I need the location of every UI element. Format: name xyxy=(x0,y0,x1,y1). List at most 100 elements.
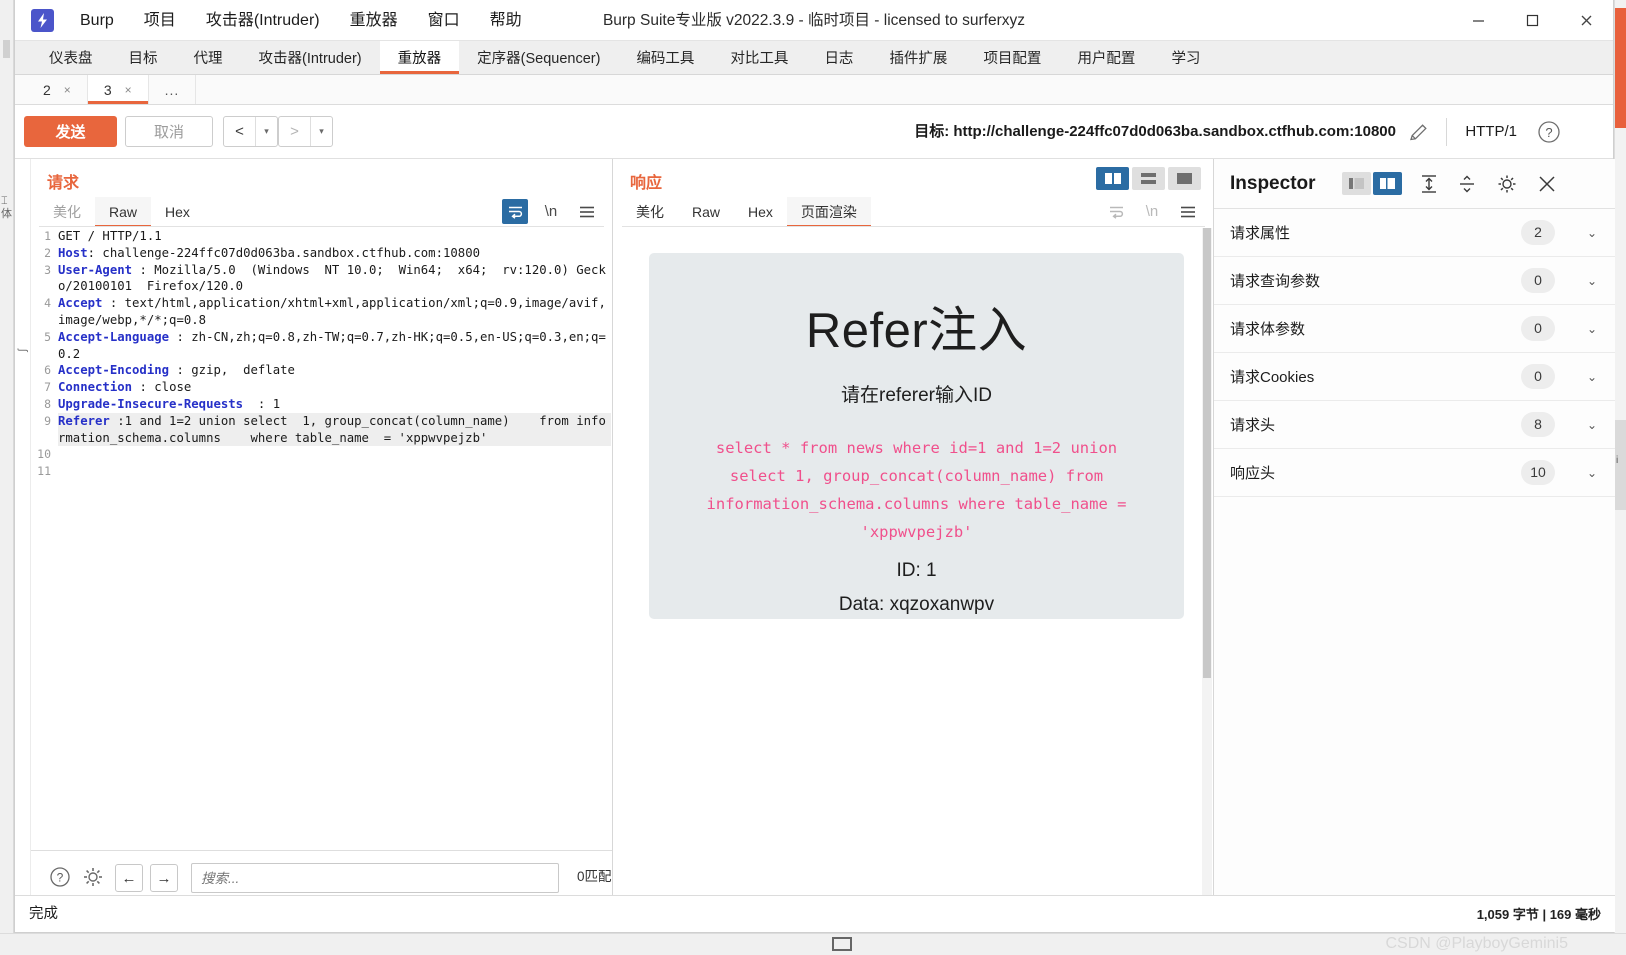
back-button-group[interactable]: < ▾ xyxy=(223,116,278,147)
tab-learn[interactable]: 学习 xyxy=(1153,41,1218,74)
back-icon[interactable]: < xyxy=(224,117,255,146)
response-format-tabs: 美化 Raw Hex 页面渲染 xyxy=(622,197,871,227)
repeater-tab-2-label: 2 xyxy=(43,81,51,98)
word-wrap-icon[interactable] xyxy=(502,199,528,224)
tab-user-options[interactable]: 用户配置 xyxy=(1059,41,1153,74)
inspector-row-query-parameters[interactable]: 请求查询参数 0 ⌄ xyxy=(1214,257,1615,305)
back-dropdown-icon[interactable]: ▾ xyxy=(255,117,277,146)
response-tab-raw[interactable]: Raw xyxy=(678,197,734,227)
help-icon[interactable]: ? xyxy=(1537,120,1561,144)
desktop-scroll-thumb[interactable] xyxy=(3,40,10,58)
request-editor[interactable]: 1 GET / HTTP/1.1 2 Host: challenge-224ffc0… xyxy=(32,228,611,850)
single-view-icon[interactable] xyxy=(1168,167,1201,190)
send-button[interactable]: 发送 xyxy=(24,116,117,147)
show-newlines-icon[interactable]: \n xyxy=(538,199,564,224)
inspector-row-request-headers[interactable]: 请求头 8 ⌄ xyxy=(1214,401,1615,449)
close-icon[interactable]: × xyxy=(125,83,132,97)
request-tab-raw[interactable]: Raw xyxy=(95,197,152,227)
request-tab-pretty[interactable]: 美化 xyxy=(39,197,95,227)
inspector-row-count: 0 xyxy=(1521,268,1555,293)
main-tab-bar: 仪表盘 目标 代理 攻击器(Intruder) 重放器 定序器(Sequence… xyxy=(15,41,1613,75)
inspector-row-body-parameters[interactable]: 请求体参数 0 ⌄ xyxy=(1214,305,1615,353)
search-input[interactable] xyxy=(191,863,559,893)
tab-project-options[interactable]: 项目配置 xyxy=(965,41,1059,74)
maximize-button[interactable] xyxy=(1505,0,1559,41)
tab-comparer[interactable]: 对比工具 xyxy=(712,41,806,74)
inspector-title: Inspector xyxy=(1230,172,1316,194)
gear-icon[interactable] xyxy=(1494,171,1520,197)
http-version-selector[interactable]: HTTP/1 xyxy=(1465,105,1517,159)
inspector-layout-left-icon[interactable] xyxy=(1342,172,1371,195)
tab-target[interactable]: 目标 xyxy=(111,41,176,74)
inspector-row-count: 8 xyxy=(1521,412,1555,437)
chevron-down-icon[interactable]: ⌄ xyxy=(1587,466,1597,480)
inspector-row-count: 10 xyxy=(1521,460,1555,485)
taskbar-window-icon[interactable] xyxy=(832,937,852,951)
menu-item-project[interactable]: 项目 xyxy=(129,0,191,41)
search-prev-button[interactable]: ← xyxy=(115,864,143,892)
search-next-button[interactable]: → xyxy=(150,864,178,892)
gear-icon[interactable] xyxy=(80,864,106,890)
search-help-icon[interactable]: ? xyxy=(47,864,73,890)
forward-dropdown-icon[interactable]: ▾ xyxy=(310,117,332,146)
chevron-down-icon[interactable]: ⌄ xyxy=(1587,274,1597,288)
response-tabs-underline xyxy=(622,226,1205,227)
tab-dashboard[interactable]: 仪表盘 xyxy=(31,41,111,74)
response-scrollbar-thumb[interactable] xyxy=(1203,228,1211,678)
tab-decoder[interactable]: 编码工具 xyxy=(618,41,712,74)
response-tab-hex[interactable]: Hex xyxy=(734,197,787,227)
action-bar: 发送 取消 < ▾ > ▾ 目标: http://challenge-224ff… xyxy=(15,105,1613,159)
collapse-all-icon[interactable] xyxy=(1454,171,1480,197)
target-url-label: 目标: http://challenge-224ffc07d0d063ba.sa… xyxy=(914,123,1396,140)
inspector-row-request-cookies[interactable]: 请求Cookies 0 ⌄ xyxy=(1214,353,1615,401)
chevron-down-icon[interactable]: ⌄ xyxy=(1587,226,1597,240)
request-tab-hex[interactable]: Hex xyxy=(151,197,204,227)
tab-intruder[interactable]: 攻击器(Intruder) xyxy=(241,41,380,74)
chevron-down-icon[interactable]: ⌄ xyxy=(1587,370,1597,384)
tab-proxy[interactable]: 代理 xyxy=(176,41,241,74)
close-icon[interactable]: × xyxy=(64,83,71,97)
inspector-row-request-attributes[interactable]: 请求属性 2 ⌄ xyxy=(1214,209,1615,257)
menu-item-window[interactable]: 窗口 xyxy=(413,0,475,41)
inspector-layout-right-icon[interactable] xyxy=(1373,172,1402,195)
tab-sequencer[interactable]: 定序器(Sequencer) xyxy=(459,41,618,74)
edit-pencil-icon[interactable] xyxy=(1408,121,1430,143)
tab-extensions[interactable]: 插件扩展 xyxy=(871,41,965,74)
close-icon[interactable] xyxy=(1534,171,1560,197)
repeater-tab-3[interactable]: 3 × xyxy=(87,75,149,104)
stacked-view-icon[interactable] xyxy=(1132,167,1165,190)
expand-all-icon[interactable] xyxy=(1416,171,1442,197)
minimize-button[interactable] xyxy=(1451,0,1505,41)
chevron-down-icon[interactable]: ⌄ xyxy=(1587,322,1597,336)
cancel-button[interactable]: 取消 xyxy=(125,116,213,147)
close-button[interactable] xyxy=(1559,0,1613,41)
response-tab-render[interactable]: 页面渲染 xyxy=(786,197,871,227)
line-number: 3 xyxy=(44,262,51,277)
desktop-right-edge: i xyxy=(1614,0,1626,955)
header-value: : gzip, deflate xyxy=(169,363,295,378)
forward-button-group[interactable]: > ▾ xyxy=(278,116,333,147)
split-view-icon[interactable] xyxy=(1096,167,1129,190)
response-view-toggle xyxy=(1096,167,1201,190)
menu-item-repeater[interactable]: 重放器 xyxy=(335,0,413,41)
repeater-tab-2[interactable]: 2 × xyxy=(27,75,88,104)
request-menu-icon[interactable] xyxy=(574,199,600,224)
tab-repeater[interactable]: 重放器 xyxy=(379,41,460,74)
line-content: Accept : text/html,application/xhtml+xml… xyxy=(58,295,611,329)
repeater-tab-overflow[interactable]: ... xyxy=(149,75,197,104)
code-line: 9 Referer :1 and 1=2 union select 1, grou… xyxy=(32,412,611,447)
word-wrap-icon[interactable] xyxy=(1103,199,1129,224)
response-tab-pretty[interactable]: 美化 xyxy=(622,197,678,227)
menu-item-intruder[interactable]: 攻击器(Intruder) xyxy=(191,0,335,41)
menu-item-burp[interactable]: Burp xyxy=(65,0,129,41)
forward-icon[interactable]: > xyxy=(279,117,310,146)
menu-item-help[interactable]: 帮助 xyxy=(475,0,537,41)
response-menu-icon[interactable] xyxy=(1175,199,1201,224)
tab-logger[interactable]: 日志 xyxy=(806,41,871,74)
desktop-taskbar xyxy=(0,933,1626,955)
show-newlines-icon[interactable]: \n xyxy=(1139,199,1165,224)
inspector-row-response-headers[interactable]: 响应头 10 ⌄ xyxy=(1214,449,1615,497)
inspector-row-count: 2 xyxy=(1521,220,1555,245)
response-scrollbar[interactable] xyxy=(1202,228,1212,902)
chevron-down-icon[interactable]: ⌄ xyxy=(1587,418,1597,432)
